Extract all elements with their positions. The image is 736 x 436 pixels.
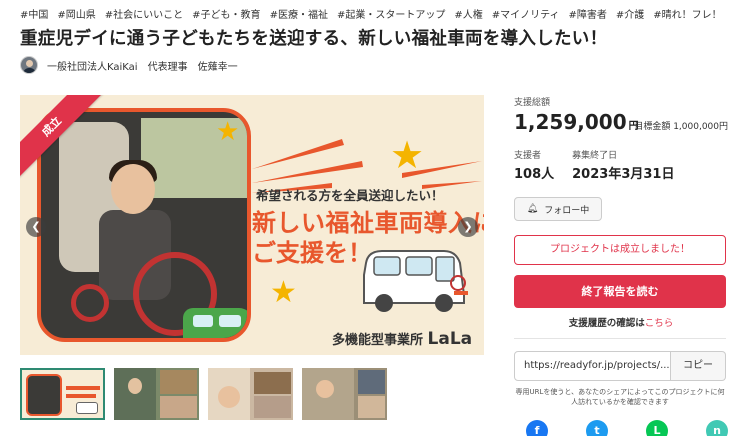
tag-link[interactable]: #岡山県 <box>57 8 95 19</box>
thumbnail-strip <box>20 368 396 420</box>
owner-name[interactable]: 一般社団法人KaiKai 代表理事 佐薙幸一 <box>47 58 238 73</box>
tag-link[interactable]: #子ども・教育 <box>192 8 260 19</box>
bell-icon: 🔔︎ <box>526 204 539 214</box>
van-illustration <box>363 250 468 312</box>
next-slide-button[interactable]: ❯ <box>458 217 478 237</box>
chevron-right-icon: ❯ <box>463 220 473 233</box>
visual-headline-2: ご支援を！ <box>252 239 372 267</box>
chevron-left-icon: ❮ <box>31 220 41 233</box>
supporters-label: 支援者 <box>514 151 542 161</box>
tag-link[interactable]: #社会にいいこと <box>105 8 183 19</box>
car-illustration <box>183 308 247 338</box>
facebook-icon[interactable]: f <box>526 420 548 436</box>
star-icon: ★ <box>390 133 425 177</box>
thumbnail-2[interactable] <box>114 368 199 420</box>
history-text: 支援履歴の確認は <box>568 318 645 329</box>
total-amount-value: 1,259,000 <box>514 110 627 134</box>
share-note: 専用URLを使うと、あなたのシェアによってこのプロジェクトに何人訪れているかを確… <box>515 388 725 406</box>
page-title: 重症児デイに通う子どもたちを送迎する、新しい福祉車両を導入したい！ <box>20 29 608 49</box>
support-history: 支援履歴の確認はこちら <box>514 315 728 329</box>
main-visual: ★ ★ ★ 希望される方を全員送迎したい！ 新しい福祉車両導入に ご支援を！ 多… <box>20 95 484 355</box>
thumbnail-4[interactable] <box>302 368 387 420</box>
organization-label: 多機能型事業所 LaLa <box>332 329 472 349</box>
stats-row: 支援者 108人 募集終了日 2023年3月31日 <box>514 148 728 182</box>
history-link[interactable]: こちら <box>645 318 674 329</box>
supporters-count: 108人 <box>514 167 555 182</box>
share-url-field[interactable]: https://readyfor.jp/projects/... <box>514 351 671 381</box>
star-icon: ★ <box>270 275 297 310</box>
share-url-row: https://readyfor.jp/projects/... コピー <box>514 351 726 381</box>
follow-button[interactable]: 🔔︎ フォロー中 <box>514 197 602 221</box>
project-owner[interactable]: 一般社団法人KaiKai 代表理事 佐薙幸一 <box>20 56 238 74</box>
tag-link[interactable]: #起業・スタートアップ <box>337 8 445 19</box>
goal-amount: 目標金額 1,000,000円 <box>634 122 728 132</box>
tag-link[interactable]: #マイノリティ <box>492 8 560 19</box>
social-share-buttons: f t L n <box>526 420 736 436</box>
tag-link[interactable]: #介護 <box>616 8 644 19</box>
prev-slide-button[interactable]: ❮ <box>26 217 46 237</box>
tag-link[interactable]: #医療・福祉 <box>270 8 328 19</box>
tag-link[interactable]: #障害者 <box>569 8 607 19</box>
note-icon[interactable]: n <box>706 420 728 436</box>
line-icon[interactable]: L <box>646 420 668 436</box>
organization-name: LaLa <box>427 329 473 349</box>
total-label: 支援総額 <box>514 98 551 108</box>
end-date-label: 募集終了日 <box>572 151 618 161</box>
success-notice: プロジェクトは成立しました！ <box>514 235 726 265</box>
project-summary: 支援総額 1,259,000 円 目標金額 1,000,000円 支援者 108人… <box>514 95 728 407</box>
avatar[interactable] <box>20 56 38 74</box>
star-icon: ★ <box>216 117 240 147</box>
visual-tagline: 希望される方を全員送迎したい！ <box>256 188 444 203</box>
organization-prefix: 多機能型事業所 <box>332 333 424 348</box>
twitter-icon[interactable]: t <box>586 420 608 436</box>
tag-link[interactable]: #人権 <box>454 8 482 19</box>
end-date: 2023年3月31日 <box>572 167 675 182</box>
tag-link[interactable]: #晴れ！フレ！岡山 <box>653 8 720 19</box>
tag-link[interactable]: #中国 <box>20 8 48 19</box>
tag-list: #中国 #岡山県 #社会にいいこと #子ども・教育 #医療・福祉 #起業・スタートアップ #… <box>20 3 720 19</box>
copy-button[interactable]: コピー <box>671 351 726 381</box>
read-report-button[interactable]: 終了報告を読む <box>514 275 726 308</box>
thumbnail-1[interactable] <box>20 368 105 420</box>
thumbnail-3[interactable] <box>208 368 293 420</box>
follow-label: フォロー中 <box>544 205 590 216</box>
divider <box>514 338 726 339</box>
